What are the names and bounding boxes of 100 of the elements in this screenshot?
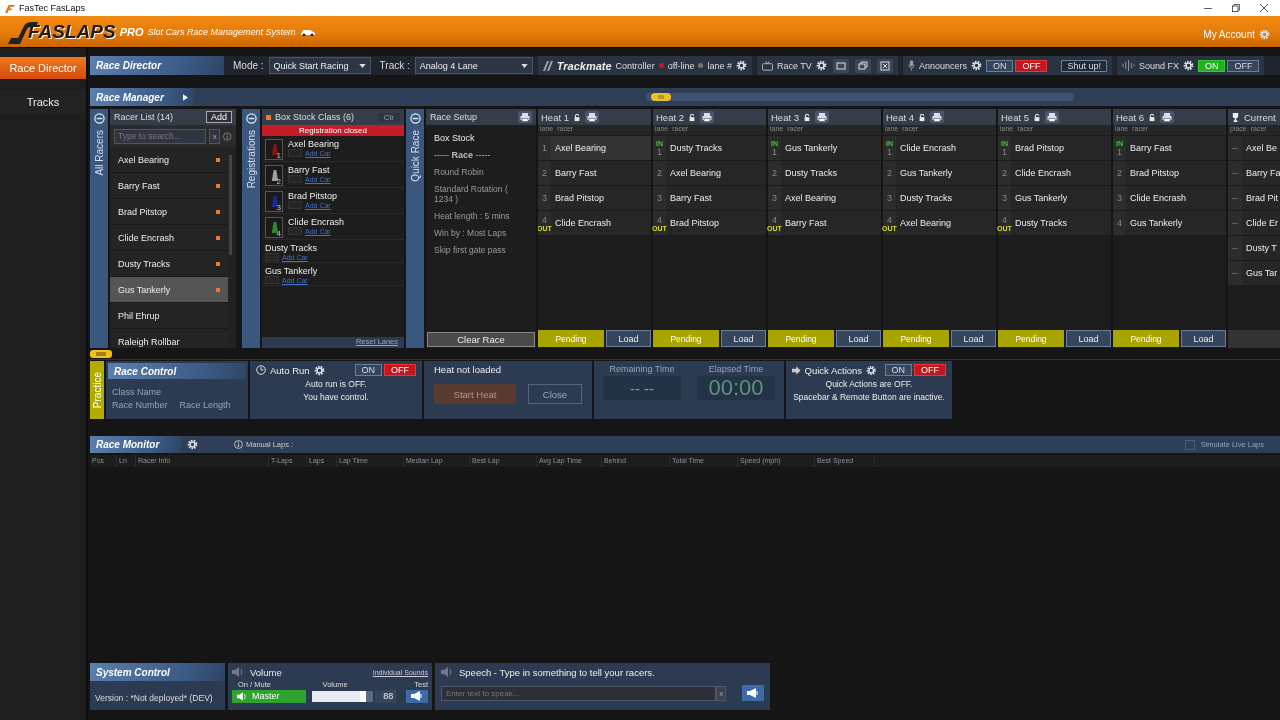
print-icon[interactable] — [518, 111, 532, 123]
off-button[interactable]: OFF — [1015, 59, 1048, 72]
load-button[interactable]: Load — [606, 330, 651, 347]
on-button[interactable]: ON — [884, 364, 912, 376]
auto-run-message: You have control. — [302, 392, 370, 402]
print-icon[interactable] — [585, 111, 599, 123]
clear-button[interactable]: x — [209, 128, 221, 144]
collapse-icon[interactable] — [93, 113, 105, 124]
windows-icon[interactable] — [854, 58, 871, 73]
panel-tab[interactable]: All Racers — [93, 130, 105, 176]
lane-number: 3 — [657, 193, 662, 203]
print-icon[interactable] — [815, 111, 829, 123]
racer-name: Phil Ehrup — [118, 310, 160, 321]
sidebar-item[interactable]: Race Director — [0, 57, 86, 79]
clear-link[interactable]: Clr — [377, 112, 400, 122]
print-icon[interactable] — [930, 111, 944, 123]
racer-name: Brad Pit — [1245, 192, 1278, 205]
megaphone-icon — [747, 688, 760, 698]
load-button[interactable]: Load — [951, 330, 996, 347]
racer-name: Brad Pitstop — [1129, 167, 1180, 180]
gear-icon[interactable] — [313, 364, 325, 376]
panel-tab[interactable]: Quick Race — [409, 130, 421, 182]
shut-up-button[interactable]: Shut up! — [1061, 59, 1107, 72]
heat-status: Pending — [538, 330, 604, 347]
scrollbar[interactable] — [646, 93, 1074, 101]
load-button[interactable]: Load — [1181, 330, 1226, 347]
racer-name: Barry Fast — [288, 165, 331, 175]
version-label: Version : *Not deployed* (DEV) — [94, 693, 214, 703]
lane-number: 4 — [276, 229, 281, 238]
racer-item[interactable]: Gus Tankerly — [110, 277, 228, 303]
lock-icon[interactable] — [1033, 112, 1041, 122]
off-button[interactable]: OFF — [384, 364, 416, 376]
lane-number: 3 — [1117, 193, 1122, 203]
racer-name: Dusty Tracks — [784, 167, 837, 180]
racer-name: Dusty Tracks — [899, 192, 952, 205]
lane-number: 2 — [887, 168, 892, 178]
sidebar-item[interactable]: Tracks — [0, 91, 86, 113]
screen-icon[interactable] — [832, 58, 849, 73]
lane-number: 1 — [1002, 146, 1007, 157]
print-icon[interactable] — [1045, 111, 1059, 123]
panel-tab[interactable]: Registrations — [245, 130, 257, 189]
close-screen-icon[interactable] — [876, 58, 893, 73]
heat-status: Pending — [883, 330, 949, 347]
load-button[interactable]: Load — [721, 330, 766, 347]
racer-name: Gus Tar — [1245, 267, 1278, 280]
test-sound-button[interactable] — [406, 689, 428, 703]
add-button[interactable]: Add — [206, 111, 232, 123]
section-title[interactable]: Race Manager — [90, 88, 194, 106]
racer-name: Clide Encrash — [118, 232, 175, 243]
load-button[interactable]: Load — [1066, 330, 1111, 347]
logo-text: FASLAPS — [28, 20, 116, 43]
quick-actions-message: Quick Actions are OFF. — [824, 379, 914, 389]
megaphone-icon — [411, 691, 424, 701]
panel-title: Box Stock Class (6) — [275, 112, 355, 122]
restore-icon[interactable] — [1232, 4, 1240, 12]
quick-actions-label: Quick Actions — [804, 364, 863, 376]
track-label: Track : — [379, 60, 410, 71]
lock-icon[interactable] — [918, 112, 926, 122]
off-button[interactable]: OFF — [914, 364, 946, 376]
racer-name: Clide Encrash — [1014, 167, 1072, 180]
print-icon[interactable] — [700, 111, 714, 123]
on-button[interactable]: ON — [354, 364, 382, 376]
caret-icon — [358, 63, 366, 68]
off-button[interactable]: OFF — [1227, 59, 1260, 72]
scroll-thumb[interactable] — [90, 349, 112, 358]
print-icon[interactable] — [1160, 111, 1174, 123]
gear-icon[interactable] — [866, 364, 877, 376]
gear-icon[interactable] — [736, 60, 747, 71]
gear-icon[interactable] — [815, 60, 827, 71]
volume-value: 88 — [375, 689, 397, 703]
gear-icon[interactable] — [970, 60, 982, 71]
info-icon[interactable] — [223, 131, 232, 141]
search-field[interactable]: Type to search... — [114, 128, 206, 144]
standings-title: Current — [1244, 111, 1276, 123]
lane-number: 2 — [1002, 168, 1007, 178]
clear-button[interactable]: x — [716, 685, 727, 701]
clear-race-button[interactable]: Clear Race — [427, 332, 535, 347]
racer-name: Barry Fast — [784, 217, 827, 230]
speech-field[interactable]: Enter text to speak... — [441, 685, 717, 701]
clock-icon — [256, 365, 266, 375]
track-dropdown[interactable]: Analog 4 Lane — [414, 57, 533, 74]
gear-icon[interactable] — [187, 439, 198, 450]
lock-icon[interactable] — [688, 112, 696, 122]
racer-name: Brad Pitstop — [1014, 142, 1065, 155]
on-button[interactable]: ON — [985, 59, 1014, 72]
heat-title: Heat 1 — [541, 111, 569, 123]
lock-icon[interactable] — [803, 112, 811, 122]
checkbox[interactable] — [1184, 439, 1195, 450]
load-button[interactable]: Load — [836, 330, 881, 347]
lock-icon[interactable] — [573, 112, 581, 122]
lock-icon[interactable] — [1148, 112, 1156, 122]
collapse-icon[interactable] — [409, 113, 421, 124]
lane-number: 4 — [1117, 218, 1122, 228]
close-icon[interactable] — [1260, 4, 1268, 12]
mode-dropdown[interactable]: Quick Start Racing — [268, 57, 371, 74]
gear-icon[interactable] — [1183, 60, 1194, 71]
car-icon — [299, 27, 316, 36]
racer-name: Clide Encrash — [1129, 192, 1187, 205]
speak-button[interactable] — [742, 685, 764, 701]
collapse-icon[interactable] — [245, 113, 257, 124]
